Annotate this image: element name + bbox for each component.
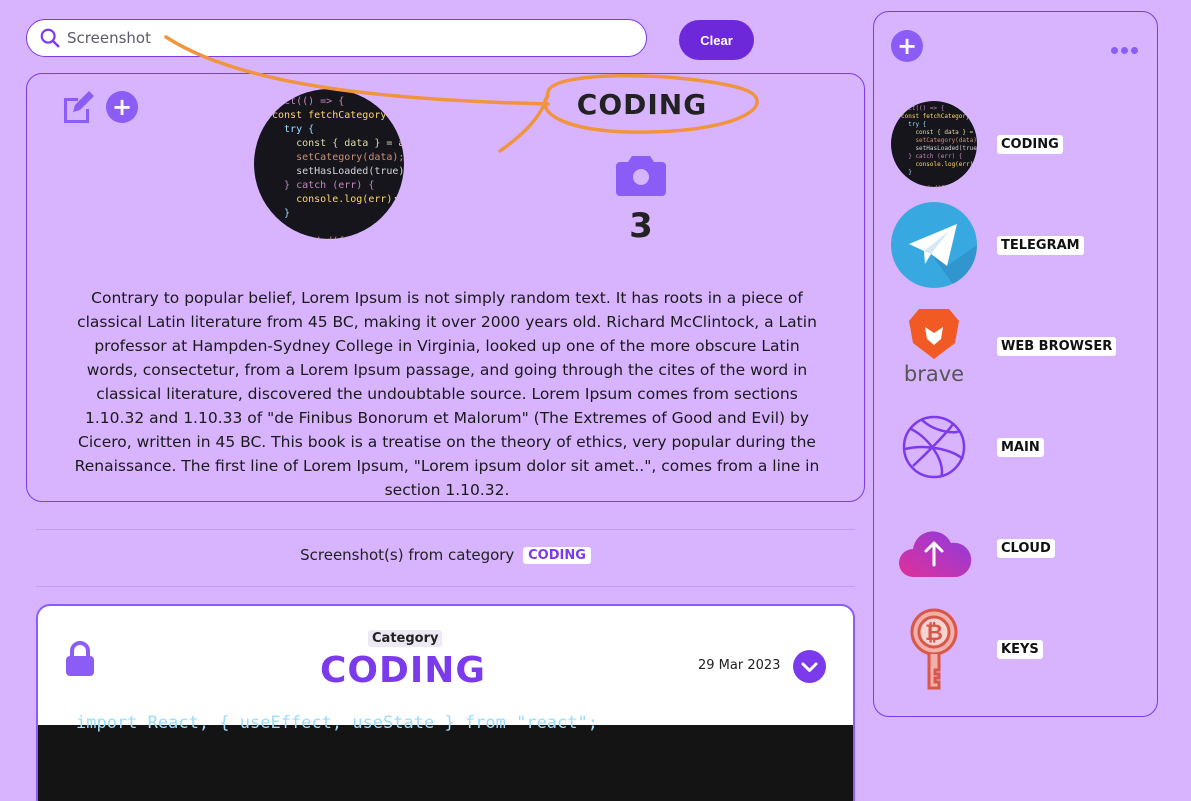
add-icon[interactable]: + (106, 91, 138, 123)
sidebar-item-keys[interactable]: ₿ KEYS (891, 605, 1141, 693)
sidebar-item-label: CODING (997, 134, 1063, 154)
category-label: Category (368, 630, 443, 647)
sidebar-item-main[interactable]: MAIN (891, 403, 1141, 491)
brave-icon: brave (891, 303, 977, 389)
sidebar-item-label: WEB BROWSER (997, 336, 1117, 356)
screenshot-card[interactable]: Category CODING 29 Mar 2023 import React… (36, 604, 855, 801)
category-thumbnail: ct(() => {const fetchCategory try { cons… (254, 89, 404, 239)
category-title: CODING (576, 88, 708, 121)
add-category-icon[interactable]: + (891, 30, 923, 62)
cloud-upload-icon (891, 505, 977, 591)
sidebar-item-web-browser[interactable]: brave WEB BROWSER (891, 302, 1141, 390)
search-input[interactable] (67, 29, 587, 47)
screenshot-code-line: import React, { useEffect, useState } fr… (76, 713, 598, 733)
more-options-icon[interactable] (1111, 47, 1138, 54)
section-category-tag[interactable]: CODING (523, 547, 591, 564)
lock-icon[interactable] (64, 641, 96, 677)
brave-logo-text: brave (904, 362, 964, 386)
screenshot-count: 3 (629, 206, 653, 246)
section-label: Screenshot(s) from category CODING (36, 546, 855, 564)
svg-text:₿: ₿ (925, 621, 943, 646)
category-description: Contrary to popular belief, Lorem Ipsum … (74, 289, 820, 499)
category-sidebar: + ct(() => {const fetchCategory try { co… (873, 11, 1158, 717)
sidebar-item-label: CLOUD (997, 538, 1055, 558)
edit-icon[interactable] (59, 90, 95, 126)
divider-bottom (36, 586, 855, 587)
screenshot-image[interactable]: import React, { useEffect, useState } fr… (38, 713, 853, 801)
sidebar-item-label: MAIN (997, 437, 1044, 457)
bitcoin-key-icon: ₿ (891, 606, 977, 692)
clear-button[interactable]: Clear (679, 20, 754, 60)
thumbnail-code: ct(() => {const fetchCategory try { cons… (272, 96, 404, 239)
chevron-down-icon[interactable] (793, 650, 826, 683)
screenshot-category-title: CODING (320, 650, 486, 691)
sidebar-item-label: KEYS (997, 639, 1043, 659)
section-prefix: Screenshot(s) from category (300, 546, 515, 564)
screenshot-date: 29 Mar 2023 (698, 658, 781, 673)
sidebar-item-cloud[interactable]: CLOUD (891, 504, 1141, 592)
camera-icon (616, 156, 666, 196)
globe-icon (891, 404, 977, 490)
divider-top (36, 529, 855, 530)
sidebar-item-coding[interactable]: ct(() => {const fetchCategory try { cons… (891, 100, 1141, 188)
category-detail-card: + ct(() => {const fetchCategory try { co… (26, 73, 865, 502)
search-icon (40, 28, 60, 48)
search-bar[interactable] (26, 19, 647, 57)
sidebar-item-label: TELEGRAM (997, 235, 1084, 255)
telegram-icon (891, 202, 977, 288)
code-thumbnail-icon: ct(() => {const fetchCategory try { cons… (891, 101, 977, 187)
sidebar-item-telegram[interactable]: TELEGRAM (891, 201, 1141, 289)
